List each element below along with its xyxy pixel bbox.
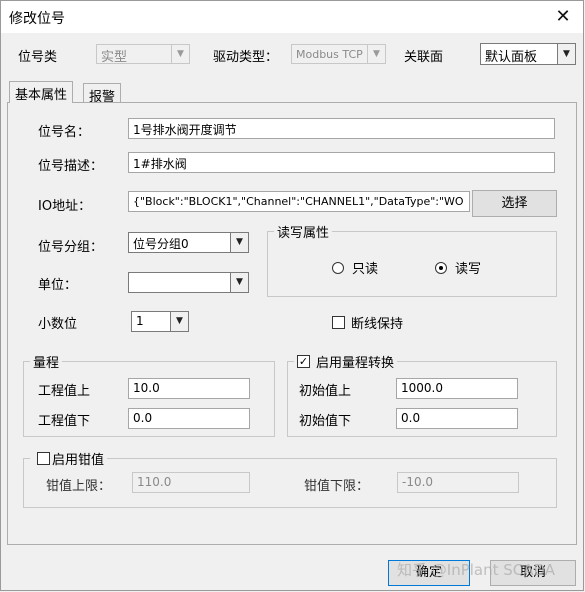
select-button[interactable]: 选择 — [472, 190, 557, 217]
driver-type-value: Modbus TCP — [296, 48, 363, 61]
tag-desc-input[interactable]: 1#排水阀 — [128, 152, 555, 173]
window-title: 修改位号 — [9, 11, 65, 27]
clamp-lower-input[interactable]: -10.0 — [397, 472, 519, 493]
eng-high-input[interactable]: 10.0 — [128, 378, 250, 399]
raw-low-input[interactable]: 0.0 — [396, 408, 518, 429]
decimal-select[interactable]: 1 ▼ — [131, 311, 189, 332]
tag-group-select[interactable]: 位号分组0 ▼ — [128, 232, 249, 253]
clamp-upper-input[interactable]: 110.0 — [132, 472, 250, 493]
clamp-checkbox[interactable] — [37, 452, 50, 465]
chevron-down-icon: ▼ — [367, 45, 385, 63]
unit-label: 单位： — [38, 278, 78, 293]
tag-group-label: 位号分组： — [38, 240, 104, 255]
driver-type-label: 驱动类型： — [213, 50, 279, 65]
disconnect-hold-checkbox[interactable] — [332, 316, 345, 329]
eng-high-label: 工程值上 — [38, 384, 91, 399]
tag-name-label: 位号名： — [38, 125, 91, 140]
tag-name-input[interactable]: 1号排水阀开度调节 — [128, 118, 555, 139]
raw-high-input[interactable]: 1000.0 — [396, 378, 518, 399]
dialog-window: 修改位号 ✕ 位号类 实型 ▼ 驱动类型： Modbus TCP ▼ 关联面 默… — [0, 0, 584, 591]
tab-basic-properties[interactable]: 基本属性 — [9, 81, 74, 103]
title-bar: 修改位号 ✕ — [1, 1, 583, 33]
checkmark-icon: ✓ — [298, 355, 309, 368]
tag-group-value: 位号分组0 — [133, 237, 189, 251]
readwrite-radio[interactable] — [435, 262, 447, 274]
rw-legend: 读写属性 — [274, 222, 333, 241]
unit-select[interactable]: ▼ — [128, 272, 249, 293]
readonly-radio[interactable] — [332, 262, 344, 274]
ok-button[interactable]: 确定 — [388, 560, 470, 586]
driver-type-select[interactable]: Modbus TCP ▼ — [291, 44, 386, 64]
cancel-button[interactable]: 取消 — [490, 560, 576, 586]
decimal-label: 小数位 — [38, 317, 78, 332]
tag-type-value: 实型 — [101, 50, 128, 65]
eng-low-label: 工程值下 — [38, 414, 91, 429]
raw-low-label: 初始值下 — [299, 414, 352, 429]
tab-label: 基本属性 — [15, 88, 68, 103]
radio-dot-icon — [439, 266, 443, 270]
tag-desc-label: 位号描述： — [38, 159, 104, 174]
tag-type-select[interactable]: 实型 ▼ — [96, 44, 190, 65]
tab-alarm[interactable]: 报警 — [83, 83, 122, 105]
chevron-down-icon: ▼ — [230, 233, 248, 252]
io-address-input[interactable]: {"Block":"BLOCK1","Channel":"CHANNEL1","… — [128, 191, 470, 212]
rw-group: 读写属性 — [267, 222, 557, 297]
chevron-down-icon: ▼ — [171, 45, 189, 63]
range-legend: 量程 — [30, 352, 63, 371]
range-conversion-checkbox[interactable]: ✓ — [297, 355, 310, 368]
clamp-lower-label: 钳值下限： — [304, 479, 370, 494]
chevron-down-icon: ▼ — [170, 312, 188, 331]
chevron-down-icon: ▼ — [557, 44, 575, 64]
decimal-value: 1 — [136, 314, 144, 328]
raw-high-label: 初始值上 — [299, 384, 352, 399]
related-panel-value: 默认面板 — [485, 50, 538, 65]
disconnect-hold-label: 断线保持 — [351, 317, 404, 332]
related-panel-label: 关联面 — [404, 50, 444, 65]
io-address-label: IO地址： — [38, 199, 92, 214]
related-panel-select[interactable]: 默认面板 ▼ — [480, 43, 576, 65]
eng-low-input[interactable]: 0.0 — [128, 408, 250, 429]
close-icon[interactable]: ✕ — [549, 4, 577, 30]
clamp-upper-label: 钳值上限： — [46, 479, 112, 494]
readonly-label: 只读 — [352, 262, 379, 277]
chevron-down-icon: ▼ — [230, 273, 248, 292]
tag-type-label: 位号类 — [18, 50, 58, 65]
readwrite-label: 读写 — [455, 262, 482, 277]
